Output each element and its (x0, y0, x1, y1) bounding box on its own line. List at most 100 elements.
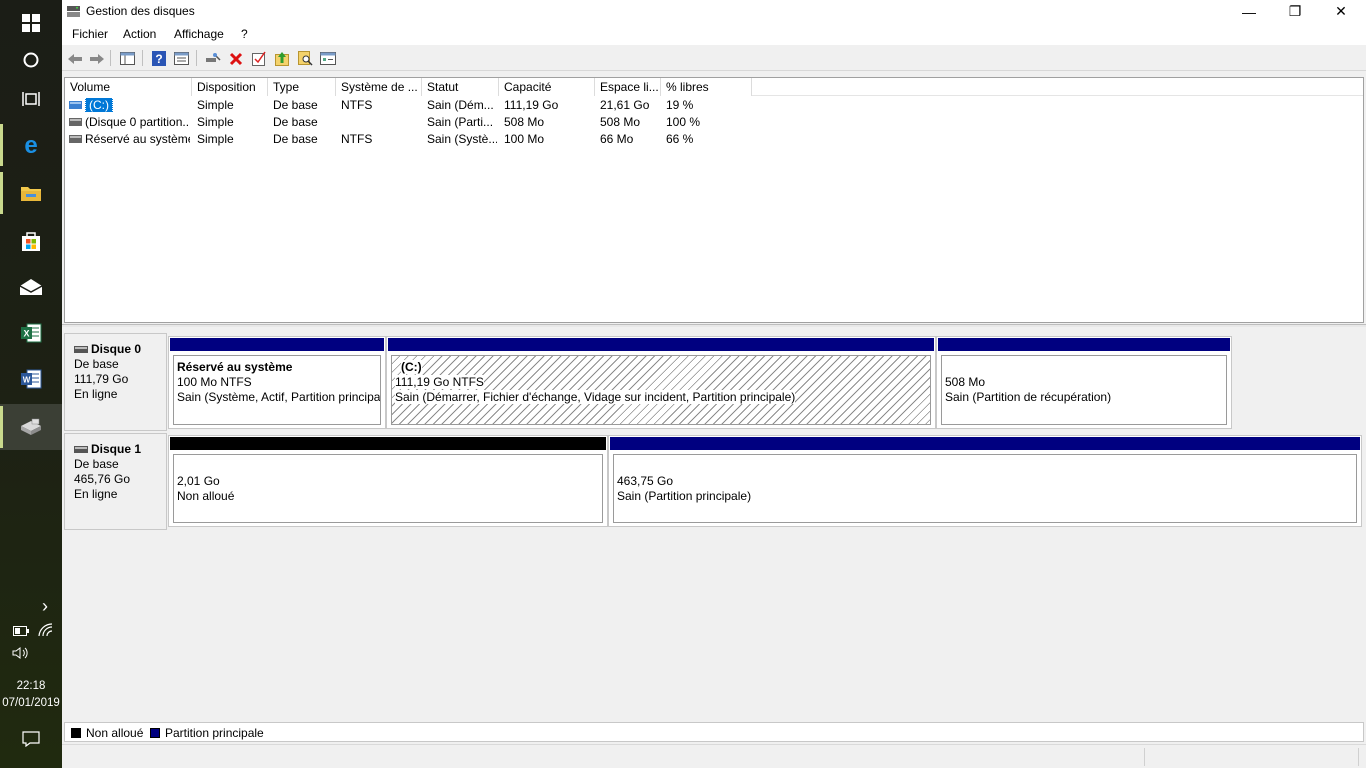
menu-help[interactable]: ? (241, 27, 248, 41)
partition-size: 111,19 Go NTFS (395, 375, 484, 389)
disk-management-icon (21, 418, 41, 435)
partition-unallocated[interactable]: 2,01 Go Non alloué (168, 435, 608, 527)
edge-icon: e (24, 134, 37, 156)
clock-date[interactable]: 07/01/2019 (0, 697, 62, 709)
partition-size: 100 Mo NTFS (177, 375, 252, 389)
partition-bar (610, 437, 1360, 450)
word-taskbar-button[interactable]: W (0, 356, 62, 402)
wifi-status[interactable] (37, 622, 55, 638)
disk-state: En ligne (74, 487, 118, 501)
search-folder-icon (297, 51, 313, 66)
svg-text:X: X (23, 329, 29, 339)
delete-x-icon (229, 52, 243, 65)
partition-primary-disk1[interactable]: 463,75 Go Sain (Partition principale) (608, 435, 1362, 527)
help-button[interactable]: ? (150, 50, 168, 67)
mail-taskbar-button[interactable] (0, 264, 62, 310)
folder-up-icon (275, 52, 289, 66)
disk-type: De base (74, 357, 119, 371)
forward-button[interactable] (88, 50, 106, 67)
check-button[interactable] (250, 50, 268, 67)
partition-bar (938, 338, 1230, 351)
volume-capacity: 111,19 Go (504, 98, 559, 112)
volume-filesystem: NTFS (341, 132, 373, 146)
edge-taskbar-button[interactable]: e (0, 122, 62, 168)
disk-icon (74, 346, 88, 353)
explorer-taskbar-button[interactable] (0, 170, 62, 216)
restore-icon: ❐ (1288, 3, 1302, 19)
connect-disk-button[interactable] (204, 50, 222, 67)
volume-list[interactable]: Volume Disposition Type Système de ... S… (64, 77, 1364, 323)
disk-graphic-view: Disque 0 De base 111,79 Go En ligne Rése… (62, 327, 1366, 722)
volume-type: De base (273, 132, 318, 146)
title-bar[interactable]: Gestion des disques — ❐ ✕ (62, 0, 1366, 23)
volume-status: Sain (Systè... (427, 132, 497, 146)
show-hide-console-tree-button[interactable] (118, 50, 136, 67)
volume-status[interactable] (11, 645, 31, 661)
close-icon: ✕ (1335, 3, 1347, 19)
partition-details: 508 Mo Sain (Partition de récupération) (941, 355, 1227, 425)
export-list-button[interactable] (273, 50, 291, 67)
arrow-right-icon (90, 53, 104, 64)
battery-icon (13, 626, 29, 636)
arrow-left-icon (68, 53, 82, 64)
volume-free: 66 Mo (600, 132, 634, 146)
menu-affichage[interactable]: Affichage (174, 27, 224, 41)
col-volume[interactable]: Volume (65, 78, 192, 96)
store-taskbar-button[interactable] (0, 218, 62, 264)
disk-management-taskbar-button[interactable] (0, 404, 62, 450)
restore-button[interactable]: ❐ (1272, 0, 1318, 23)
partition-c-drive[interactable]: (C:) 111,19 Go NTFS Sain (Démarrer, Fich… (386, 336, 936, 429)
svg-text:e: e (24, 134, 37, 156)
delete-button[interactable] (227, 50, 245, 67)
partition-title: (C:) (401, 360, 422, 374)
close-button[interactable]: ✕ (1318, 0, 1364, 23)
svg-text:?: ? (155, 52, 162, 66)
disk-1-label[interactable]: Disque 1 De base 465,76 Go En ligne (64, 433, 167, 530)
excel-taskbar-button[interactable]: X (0, 310, 62, 356)
disk-0-label[interactable]: Disque 0 De base 111,79 Go En ligne (64, 333, 167, 431)
show-hidden-icons-button[interactable]: › (36, 596, 54, 616)
table-row[interactable]: (Disque 0 partition... Simple De base Sa… (65, 114, 1363, 131)
partition-details: 2,01 Go Non alloué (173, 454, 603, 523)
minimize-icon: — (1242, 3, 1256, 20)
table-row[interactable]: (C:) Simple De base NTFS Sain (Dém... 11… (65, 97, 1363, 114)
col-disposition[interactable]: Disposition (192, 78, 268, 96)
table-row[interactable]: Réservé au système Simple De base NTFS S… (65, 131, 1363, 148)
search-button[interactable] (296, 50, 314, 67)
menu-action[interactable]: Action (123, 27, 156, 41)
partition-system-reserved[interactable]: Réservé au système 100 Mo NTFS Sain (Sys… (168, 336, 386, 429)
menu-bar: Fichier Action Affichage ? (62, 23, 1366, 45)
task-view-button[interactable] (0, 76, 62, 122)
col-percent-free[interactable]: % libres (661, 78, 752, 96)
mail-icon (19, 279, 43, 295)
disk-size: 465,76 Go (74, 472, 131, 486)
disk-type: De base (74, 457, 119, 471)
col-status[interactable]: Statut (422, 78, 499, 96)
disk-size: 111,79 Go (74, 372, 129, 386)
properties-view-button[interactable] (172, 50, 190, 67)
minimize-button[interactable]: — (1226, 0, 1272, 23)
file-explorer-icon (21, 187, 41, 201)
battery-status[interactable] (12, 624, 30, 638)
partition-status: Non alloué (177, 489, 235, 503)
volume-filesystem: NTFS (341, 98, 373, 112)
clock-time[interactable]: 22:18 (0, 680, 62, 692)
legend-primary-swatch (150, 728, 160, 738)
excel-icon: X (21, 323, 42, 343)
col-type[interactable]: Type (268, 78, 336, 96)
volume-free: 508 Mo (600, 115, 641, 129)
legend-unallocated-label: Non alloué (86, 726, 144, 740)
partition-details: 463,75 Go Sain (Partition principale) (613, 454, 1357, 523)
back-button[interactable] (66, 50, 84, 67)
settings-view-button[interactable] (319, 50, 337, 67)
col-filesystem[interactable]: Système de ... (336, 78, 422, 96)
volume-drive-icon (69, 118, 82, 126)
action-center-button[interactable] (21, 730, 41, 748)
partition-recovery[interactable]: 508 Mo Sain (Partition de récupération) (936, 336, 1232, 429)
volume-disposition: Simple (197, 132, 234, 146)
col-capacity[interactable]: Capacité (499, 78, 595, 96)
menu-fichier[interactable]: Fichier (72, 27, 108, 41)
col-free-space[interactable]: Espace li... (595, 78, 661, 96)
app-icon (67, 6, 80, 17)
volume-name: (Disque 0 partition... (85, 115, 190, 129)
